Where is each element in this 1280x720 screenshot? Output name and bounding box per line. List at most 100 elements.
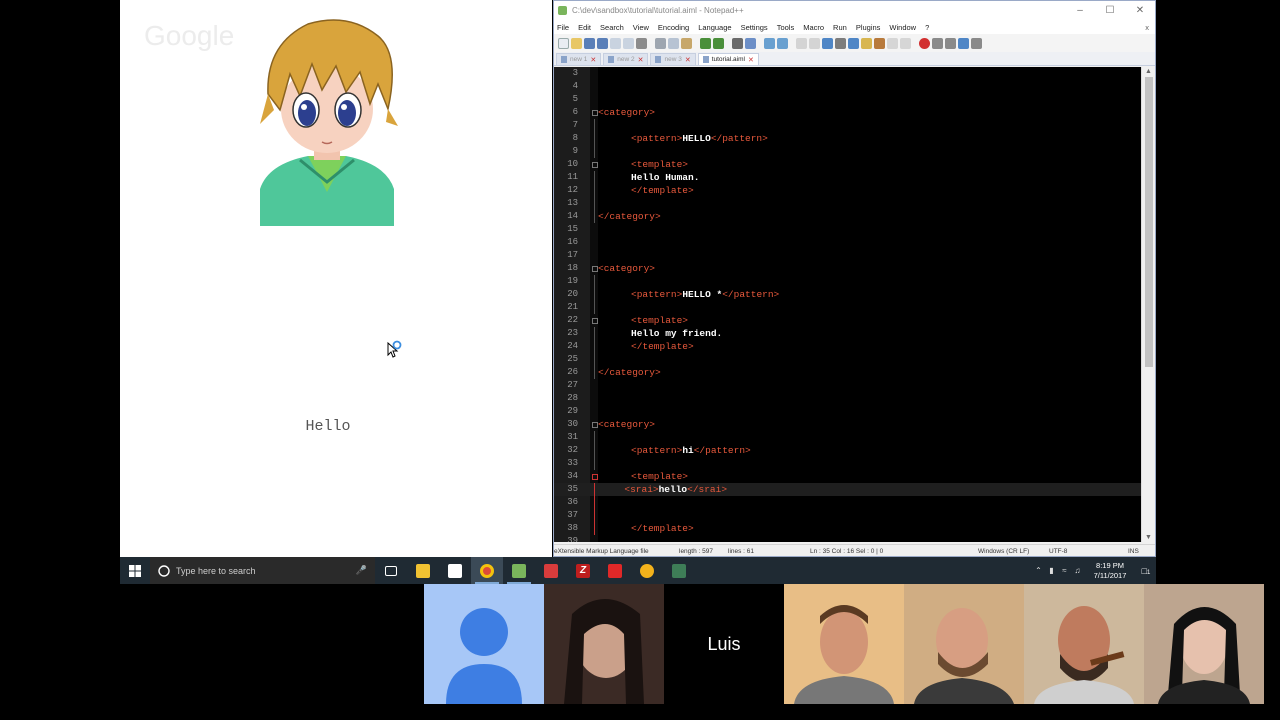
code-line[interactable]: 15 [554,223,1141,236]
code-line[interactable]: 4 [554,80,1141,93]
code-line[interactable]: 14 </category> [554,210,1141,223]
wifi-icon[interactable]: ≈ [1058,566,1071,575]
tab-tutorial-aiml[interactable]: tutorial.aiml ✕ [697,53,759,65]
new-file-icon[interactable] [558,37,569,49]
code-line[interactable]: 26 </category> [554,366,1141,379]
folder-workspace-icon[interactable] [887,37,898,49]
code-line[interactable]: 19 [554,275,1141,288]
play-macro-icon[interactable] [945,37,956,49]
run-multiple-macro-icon[interactable] [958,37,969,49]
code-line[interactable]: 9 [554,145,1141,158]
open-file-icon[interactable] [571,37,582,49]
function-list-icon[interactable] [874,37,885,49]
vertical-scrollbar[interactable]: ▲ ▼ [1141,67,1155,542]
menu-run[interactable]: Run [833,23,847,32]
menu-file[interactable]: File [557,23,569,32]
code-line[interactable]: 3 [554,67,1141,80]
participant-tile-default-avatar[interactable] [424,584,544,704]
scroll-down-icon[interactable]: ▼ [1145,534,1152,541]
zoom-in-icon[interactable] [764,37,775,49]
taskbar-chrome[interactable] [471,557,503,584]
menu-edit[interactable]: Edit [578,23,591,32]
taskbar-notepadpp[interactable] [503,557,535,584]
find-icon[interactable] [732,37,743,49]
show-hidden-icons-icon[interactable]: ⌃ [1032,566,1045,575]
menu-tools[interactable]: Tools [777,23,795,32]
monitor-icon[interactable] [900,37,911,49]
code-line[interactable]: 8 <pattern>HELLO</pattern> [554,132,1141,145]
close-button[interactable]: ✕ [1125,5,1155,16]
menu-search[interactable]: Search [600,23,624,32]
tab-new-1[interactable]: new 1 ✕ [556,53,602,65]
code-line[interactable]: 6 <category> [554,106,1141,119]
wrap-icon[interactable] [822,37,833,49]
fold-toggle-icon[interactable] [592,474,598,480]
menu-plugins[interactable]: Plugins [856,23,881,32]
code-line[interactable]: 32 <pattern>hi</pattern> [554,444,1141,457]
code-line[interactable]: 18 <category> [554,262,1141,275]
save-icon[interactable] [584,37,595,49]
menu-help[interactable]: ? [925,23,929,32]
tab-close-icon[interactable]: ✕ [590,56,596,64]
code-line[interactable]: 13 [554,197,1141,210]
code-line[interactable]: 33 [554,457,1141,470]
scrollbar-thumb[interactable] [1145,77,1153,367]
action-center-icon[interactable]: □1 [1136,566,1156,576]
task-view-button[interactable] [375,557,407,584]
taskbar-store[interactable] [439,557,471,584]
scroll-up-icon[interactable]: ▲ [1145,68,1152,75]
menu-view[interactable]: View [633,23,649,32]
code-line[interactable]: 30 <category> [554,418,1141,431]
record-macro-icon[interactable] [919,37,930,49]
menu-encoding[interactable]: Encoding [658,23,689,32]
code-line[interactable]: 35 <srai>hello</srai> [554,483,1141,496]
fold-toggle-icon[interactable] [592,318,598,324]
tab-new-2[interactable]: new 2 ✕ [603,53,649,65]
redo-icon[interactable] [713,37,724,49]
code-line[interactable]: 20 <pattern>HELLO *</pattern> [554,288,1141,301]
battery-icon[interactable]: ▮ [1045,566,1058,575]
participant-tile-woman[interactable] [544,584,664,704]
code-line[interactable]: 39 [554,535,1141,542]
participant-tile-man-2[interactable] [904,584,1024,704]
code-line[interactable]: 12 </template> [554,184,1141,197]
taskbar-yellow-app[interactable] [631,557,663,584]
code-line[interactable]: 24 </template> [554,340,1141,353]
code-line[interactable]: 38 </template> [554,522,1141,535]
print-icon[interactable] [636,37,647,49]
indent-guide-icon[interactable] [848,37,859,49]
menu-settings[interactable]: Settings [741,23,768,32]
code-line[interactable]: 5 [554,93,1141,106]
code-line[interactable]: 22 <template> [554,314,1141,327]
start-button[interactable] [120,557,150,584]
code-line[interactable]: 10 <template> [554,158,1141,171]
sync-h-icon[interactable] [809,37,820,49]
save-all-icon[interactable] [597,37,608,49]
taskbar-search[interactable]: Type here to search 🎤 [150,557,375,584]
tab-new-3[interactable]: new 3 ✕ [650,53,696,65]
zoom-out-icon[interactable] [777,37,788,49]
maximize-button[interactable]: ☐ [1095,5,1125,16]
copy-icon[interactable] [668,37,679,49]
microphone-icon[interactable]: 🎤 [356,565,367,576]
code-line[interactable]: 17 [554,249,1141,262]
minimize-button[interactable]: – [1065,5,1095,16]
code-line[interactable]: 36 [554,496,1141,509]
menu-language[interactable]: Language [698,23,731,32]
taskbar-red-app[interactable] [599,557,631,584]
taskbar-filezilla[interactable]: Z [567,557,599,584]
sync-v-icon[interactable] [796,37,807,49]
code-line[interactable]: 37 [554,509,1141,522]
replace-icon[interactable] [745,37,756,49]
code-line[interactable]: 31 [554,431,1141,444]
code-line[interactable]: 27 [554,379,1141,392]
code-line[interactable]: 28 [554,392,1141,405]
save-macro-icon[interactable] [971,37,982,49]
menu-window[interactable]: Window [889,23,916,32]
participant-tile-luis[interactable]: Luis [664,584,784,704]
code-line[interactable]: 23 Hello my friend. [554,327,1141,340]
undo-icon[interactable] [700,37,711,49]
taskbar-file-explorer[interactable] [407,557,439,584]
participant-tile-man-3[interactable] [1024,584,1144,704]
menu-macro[interactable]: Macro [803,23,824,32]
